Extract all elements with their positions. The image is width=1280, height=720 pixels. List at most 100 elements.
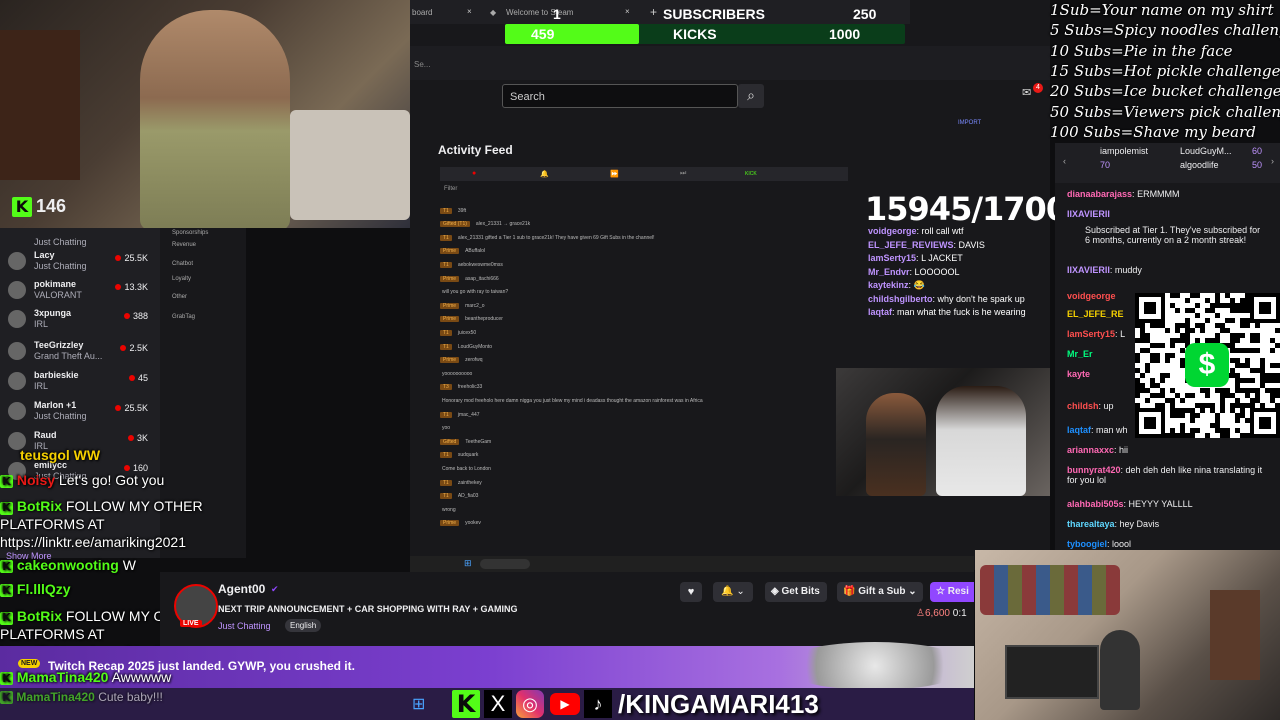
activity-feed-row[interactable]: T1 39ft xyxy=(440,206,466,215)
chat-username[interactable]: EL_JEFE_RE xyxy=(1067,309,1124,319)
filter-record-icon[interactable]: ● xyxy=(472,170,476,177)
cashapp-icon: $ xyxy=(1185,343,1229,387)
chat-username[interactable]: IIXAVIERII xyxy=(1067,265,1110,275)
sidebar-channel[interactable]: Lacy Just Chatting 25.5K xyxy=(6,248,156,276)
activity-feed-row[interactable]: yoo xyxy=(440,424,450,433)
viewer-count-text: 2.5K xyxy=(129,343,148,353)
chat-username[interactable]: tharealtaya xyxy=(1067,519,1115,529)
chat-text: L xyxy=(1120,329,1126,339)
chat-username[interactable]: IIXAVIERII xyxy=(1067,209,1110,219)
filter-skip-icon[interactable]: ⏭ xyxy=(680,170,686,178)
activity-feed-row[interactable]: T1 LoudGuyMonto xyxy=(440,342,492,351)
activity-feed-row[interactable]: T3 freeholic33 xyxy=(440,383,482,392)
gift-sub-button[interactable]: 🎁 Gift a Sub ⌄ xyxy=(837,582,923,602)
activity-feed-row[interactable]: Prime zerofwq xyxy=(440,356,483,365)
activity-feed-row[interactable]: wrong xyxy=(440,505,456,514)
channel-avatar xyxy=(8,281,26,299)
language-tag[interactable]: English xyxy=(285,619,322,632)
activity-feed-row[interactable]: T1 jmac_447 xyxy=(440,410,480,419)
sidebar-channel[interactable]: TeeGrizzley Grand Theft Au... 2.5K xyxy=(6,338,156,366)
chat-username[interactable]: childsh xyxy=(1067,401,1099,411)
chat-message: bunnyrat420: deh deh deh like nina trans… xyxy=(1067,465,1263,485)
dashboard-menu-item[interactable]: Revenue xyxy=(172,242,196,248)
activity-feed-row[interactable]: yoooooooooo xyxy=(440,369,472,378)
stream-title: NEXT TRIP ANNOUNCEMENT + CAR SHOPPING WI… xyxy=(218,604,518,614)
overlay-chat-line: K Fl.lllQzy xyxy=(0,581,71,597)
chat-username[interactable]: Mr_Er xyxy=(1067,349,1093,359)
filter-kick-tag[interactable]: KICK xyxy=(745,171,757,177)
feed-row-tag: T1 xyxy=(440,261,452,268)
close-icon[interactable]: × xyxy=(467,7,472,16)
browser-subbar: Se... xyxy=(410,46,1050,80)
activity-feed-row[interactable]: Prime beantheproducer xyxy=(440,315,503,324)
notifications-icon[interactable]: ✉ xyxy=(1022,86,1031,99)
sidebar-channel[interactable]: 3xpunga IRL 388 xyxy=(6,306,156,334)
channel-name: Lacy xyxy=(34,250,55,260)
windows-start-icon[interactable]: ⊞ xyxy=(464,558,472,569)
activity-feed-row[interactable]: T1 zainthekey xyxy=(440,478,482,487)
filter-label[interactable]: Filter xyxy=(444,186,457,192)
chat-username[interactable]: bunnyrat420 xyxy=(1067,465,1121,475)
import-link[interactable]: IMPORT xyxy=(958,120,981,126)
activity-feed-row[interactable]: Honorary mod freeholo here damn nigga yo… xyxy=(440,396,703,405)
chat-username[interactable]: dianaabarajass xyxy=(1067,189,1132,199)
activity-feed-row[interactable]: Gifted TeetheGam xyxy=(440,437,491,446)
chat-message: IIXAVIERII: muddy xyxy=(1067,265,1142,275)
tab-board[interactable]: board xyxy=(412,8,432,17)
chat-text: roll call wtf xyxy=(921,226,964,236)
activity-feed-row[interactable]: will you go with ray to taiwan? xyxy=(440,288,508,297)
chat-message: tyboogiel: loool xyxy=(1067,539,1132,549)
activity-feed-row[interactable]: T1 juicex50 xyxy=(440,328,476,337)
prev-icon[interactable]: ‹ xyxy=(1063,156,1066,166)
channel-name: 3xpunga xyxy=(34,308,72,318)
taskbar-search[interactable] xyxy=(480,559,530,569)
search-button[interactable]: ⌕ xyxy=(738,84,764,108)
chat-text: HEYYY YALLLL xyxy=(1128,499,1193,509)
chat-username[interactable]: laqtaf xyxy=(1067,425,1091,435)
chat-username[interactable]: kayte xyxy=(1067,369,1090,379)
feed-row-tag: Prime xyxy=(440,275,460,282)
chat-username[interactable]: alahbabi505s xyxy=(1067,499,1124,509)
get-bits-button[interactable]: ◈ Get Bits xyxy=(765,582,827,602)
stream-category[interactable]: Just Chatting xyxy=(218,621,271,631)
dashboard-menu-item[interactable]: Sponsorships xyxy=(172,230,208,236)
activity-feed-row[interactable]: Prime asap_itachi666 xyxy=(440,274,499,283)
dashboard-menu-item[interactable]: Chatbot xyxy=(172,261,193,267)
filter-forward-icon[interactable]: ⏩ xyxy=(610,170,619,178)
chat-username[interactable]: tyboogiel xyxy=(1067,539,1107,549)
feed-row-tag: T1 xyxy=(440,493,452,500)
sidebar-channel[interactable]: barbieskie IRL 45 xyxy=(6,368,156,396)
notifications-bell-button[interactable]: 🔔 ⌄ xyxy=(713,582,753,602)
search-input[interactable]: Search xyxy=(502,84,738,108)
sub-goal-line: 15 Subs=Hot pickle challenge xyxy=(1050,61,1280,80)
activity-feed-row[interactable]: Prime ABuffalol xyxy=(440,247,485,256)
follow-heart-button[interactable]: ♥ xyxy=(680,582,702,602)
sidebar-channel[interactable]: Marlon +1 Just Chatting 25.5K xyxy=(6,398,156,426)
chat-username[interactable]: voidgeorge xyxy=(1067,291,1116,301)
streamer-name[interactable]: Agent00 xyxy=(218,582,265,596)
sidebar-channel[interactable]: pokimane VALORANT 13.3K xyxy=(6,277,156,305)
chat-username[interactable]: lamSerty15 xyxy=(1067,329,1115,339)
next-icon[interactable]: › xyxy=(1271,156,1274,166)
activity-feed-row[interactable]: T1 sudquark xyxy=(440,451,478,460)
resub-button[interactable]: ☆ Resi xyxy=(930,582,974,602)
activity-feed-row[interactable]: Come back to London xyxy=(440,464,491,473)
chat-text: Subscribed at Tier 1. They've subscribed… xyxy=(1085,225,1261,245)
dashboard-menu-item[interactable]: Other xyxy=(172,294,187,300)
activity-feed-row[interactable]: T1 alex_21331 gifted a Tier 1 sub to grac… xyxy=(440,233,655,242)
subscribers-current: 1 xyxy=(553,6,561,22)
live-badge: LIVE xyxy=(180,620,202,627)
activity-feed-row[interactable]: Prime yookev xyxy=(440,519,481,528)
chat-username[interactable]: ariannaxxc xyxy=(1067,445,1114,455)
chat-username: childshgilberto xyxy=(868,293,933,304)
activity-feed-row[interactable]: T1 aebokweswme0mss xyxy=(440,260,503,269)
activity-feed-row[interactable]: T1 AD_fia03 xyxy=(440,492,478,501)
activity-feed-row[interactable]: Gifted (T1) alex_21331 → grace21k xyxy=(440,220,530,229)
dashboard-menu-item[interactable]: GrabTag xyxy=(172,314,195,320)
activity-feed-row[interactable]: Prime marc2_o xyxy=(440,301,485,310)
dashboard-menu-item[interactable]: Loyalty xyxy=(172,276,191,282)
filter-bell-icon[interactable]: 🔔 xyxy=(540,170,549,178)
bell-icon: 🔔 ⌄ xyxy=(721,586,745,597)
chat-message: lamSerty15: L xyxy=(1067,329,1126,339)
feed-row-tag: T1 xyxy=(440,452,452,459)
